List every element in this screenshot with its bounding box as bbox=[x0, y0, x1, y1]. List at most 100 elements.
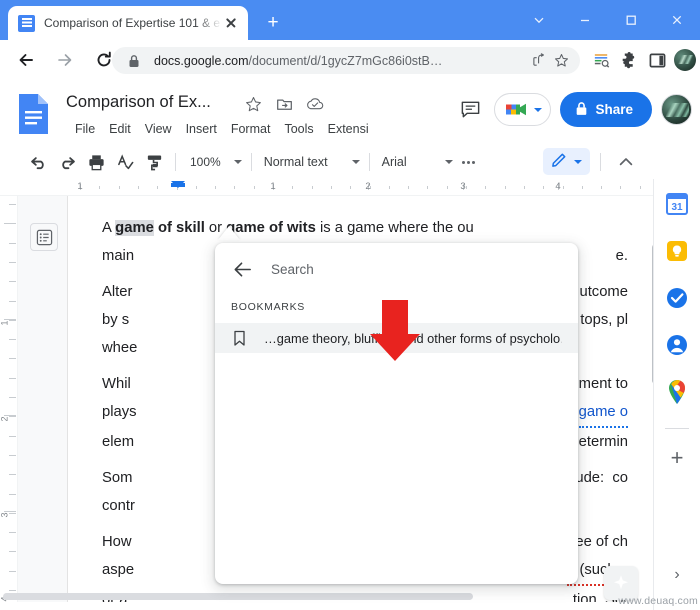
side-panel-divider bbox=[665, 428, 689, 429]
profile-avatar[interactable] bbox=[672, 47, 698, 73]
ruler-tick bbox=[9, 204, 16, 205]
chevron-down-icon bbox=[233, 160, 242, 164]
google-tasks-icon[interactable] bbox=[664, 285, 690, 311]
window-close-icon[interactable] bbox=[654, 0, 700, 40]
google-side-panel: 31 + › bbox=[653, 179, 700, 610]
menu-insert[interactable]: Insert bbox=[179, 120, 224, 138]
bookmark-popup[interactable]: Search BOOKMARKS …game theory, bluffing,… bbox=[215, 243, 578, 584]
paint-format-icon[interactable] bbox=[141, 149, 168, 176]
address-bar[interactable]: docs.google.com/document/d/1gycZ7mGc86i0… bbox=[112, 47, 580, 74]
paragraph-style-dropdown[interactable]: Normal text bbox=[258, 149, 363, 175]
formatting-toolbar: 100% Normal text Arial bbox=[0, 145, 700, 179]
account-avatar[interactable] bbox=[661, 94, 692, 125]
ruler-tick bbox=[9, 397, 16, 398]
spellcheck-icon[interactable] bbox=[112, 149, 139, 176]
side-panel-icon[interactable] bbox=[644, 47, 670, 73]
expand-panel-button[interactable]: › bbox=[674, 566, 679, 584]
ruler-tick bbox=[563, 186, 564, 189]
popup-header: Search bbox=[215, 243, 578, 295]
ruler-tick bbox=[99, 186, 100, 189]
forward-arrow-icon[interactable] bbox=[48, 43, 82, 77]
add-addon-button[interactable]: + bbox=[671, 447, 684, 469]
menu-file[interactable]: File bbox=[68, 120, 102, 138]
star-icon[interactable] bbox=[550, 50, 572, 72]
url-text: docs.google.com/document/d/1gycZ7mGc86i0… bbox=[154, 53, 443, 68]
ruler-tick bbox=[408, 186, 409, 189]
minimize-icon[interactable] bbox=[562, 0, 608, 40]
ruler-number: 2 bbox=[365, 181, 371, 192]
document-outline-icon[interactable] bbox=[30, 223, 58, 251]
reading-list-icon[interactable] bbox=[588, 47, 614, 73]
extension-icons bbox=[588, 47, 700, 73]
chevron-down-icon[interactable] bbox=[534, 107, 543, 112]
chevron-up-icon[interactable] bbox=[612, 148, 639, 175]
google-docs-logo[interactable] bbox=[16, 92, 51, 136]
ruler-tick bbox=[427, 186, 428, 189]
ruler-tick bbox=[215, 186, 216, 189]
google-keep-icon[interactable] bbox=[664, 238, 690, 264]
horizontal-ruler[interactable]: 1 1 2 3 4 bbox=[0, 179, 680, 196]
cloud-saved-icon[interactable] bbox=[306, 95, 324, 113]
lock-icon bbox=[123, 50, 145, 72]
undo-icon[interactable] bbox=[25, 149, 52, 176]
ruler-number: 3 bbox=[0, 512, 10, 518]
docs-favicon bbox=[18, 14, 35, 32]
popup-search-label[interactable]: Search bbox=[271, 262, 314, 277]
print-icon[interactable] bbox=[83, 149, 110, 176]
zoom-dropdown[interactable]: 100% bbox=[182, 149, 245, 175]
menu-edit[interactable]: Edit bbox=[102, 120, 138, 138]
document-title[interactable]: Comparison of Ex... bbox=[66, 93, 211, 112]
back-arrow-icon[interactable] bbox=[9, 43, 43, 77]
chevron-down-icon[interactable] bbox=[516, 0, 562, 40]
maximize-icon[interactable] bbox=[608, 0, 654, 40]
share-label: Share bbox=[595, 102, 633, 117]
menu-view[interactable]: View bbox=[138, 120, 179, 138]
back-arrow-icon[interactable] bbox=[231, 258, 253, 280]
ruler-tick bbox=[9, 339, 16, 340]
browser-tab[interactable]: Comparison of Expertise 101 & e bbox=[8, 6, 248, 40]
google-meet-button[interactable] bbox=[494, 93, 552, 126]
ruler-tick bbox=[9, 494, 16, 495]
menu-format[interactable]: Format bbox=[224, 120, 278, 138]
ruler-tick bbox=[9, 243, 16, 244]
puzzle-icon[interactable] bbox=[616, 47, 642, 73]
star-icon[interactable] bbox=[244, 95, 262, 113]
vertical-ruler[interactable]: 1234 bbox=[0, 196, 18, 602]
window-controls bbox=[516, 0, 700, 40]
docs-header: Comparison of Ex... File Edit View Inser… bbox=[0, 80, 700, 142]
document-title-icons bbox=[244, 95, 324, 113]
move-to-folder-icon[interactable] bbox=[275, 95, 293, 113]
redo-icon[interactable] bbox=[54, 149, 81, 176]
google-calendar-icon[interactable]: 31 bbox=[664, 191, 690, 217]
ruler-number: 2 bbox=[0, 416, 10, 422]
ruler-tick bbox=[9, 358, 16, 359]
left-indent-marker[interactable] bbox=[171, 181, 185, 188]
ruler-tick bbox=[254, 186, 255, 189]
close-icon[interactable] bbox=[222, 14, 240, 32]
font-dropdown[interactable]: Arial bbox=[376, 149, 456, 175]
ruler-tick bbox=[505, 186, 506, 189]
ruler-number: 1 bbox=[77, 181, 83, 192]
document-horizontal-scrollbar[interactable] bbox=[3, 593, 473, 600]
ruler-tick bbox=[331, 186, 332, 189]
more-options-icon[interactable] bbox=[456, 160, 482, 164]
ruler-tick bbox=[9, 320, 16, 321]
browser-title-bar: Comparison of Expertise 101 & e + bbox=[0, 0, 700, 40]
share-button[interactable]: Share bbox=[560, 92, 652, 127]
ruler-tick bbox=[601, 186, 602, 189]
google-contacts-icon[interactable] bbox=[664, 332, 690, 358]
docs-menubar: File Edit View Insert Format Tools Exten… bbox=[68, 120, 408, 138]
ruler-number: 1 bbox=[270, 181, 276, 192]
editing-mode-button[interactable] bbox=[543, 148, 590, 175]
share-icon[interactable] bbox=[528, 50, 550, 72]
menu-tools[interactable]: Tools bbox=[277, 120, 320, 138]
comment-history-icon[interactable] bbox=[455, 95, 485, 125]
ruler-major-tick bbox=[4, 223, 16, 224]
google-maps-icon[interactable] bbox=[664, 379, 690, 405]
menu-extensions[interactable]: Extensi bbox=[321, 120, 376, 138]
new-tab-button[interactable]: + bbox=[260, 10, 286, 36]
ruler-number: 3 bbox=[460, 181, 466, 192]
browser-toolbar: docs.google.com/document/d/1gycZ7mGc86i0… bbox=[0, 40, 700, 80]
explore-icon bbox=[614, 575, 628, 590]
site-watermark: www.deuaq.com bbox=[618, 595, 698, 607]
